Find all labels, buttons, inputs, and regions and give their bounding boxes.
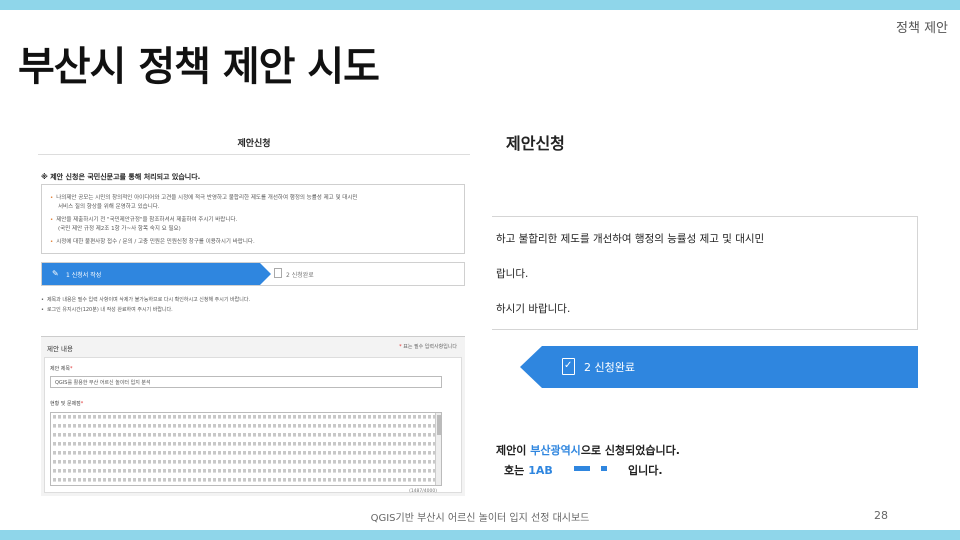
step-complete-label: 2 신청완료 [584, 361, 635, 374]
info-bullet: 제안을 제출하시기 전 "국민제안규정"을 참조하셔서 제출하여 주시기 바랍니… [50, 215, 237, 223]
proposal-number-line: 호는 1AB [504, 462, 553, 478]
step-active: ✎ 1 신청서 작성 [42, 263, 271, 285]
top-accent-bar [0, 0, 960, 10]
notice-text: ※ 제안 신청은 국민신문고를 통해 처리되고 있습니다. [41, 173, 201, 181]
info-subline: (국민 제안 규정 제2조 1항 가~사 항목 숙지 요 필요) [58, 226, 181, 232]
completion-suffix: 으로 신청되었습니다. [580, 444, 680, 457]
proposal-complete-screenshot: 제안신청 하고 불합리한 제도를 개선하여 행정의 능률성 제고 및 대시민 랍… [492, 120, 922, 490]
info-subline: 서비스 질의 향상을 위해 운영하고 있습니다. [58, 204, 160, 210]
bottom-accent-bar [0, 530, 960, 540]
info-box: 나의제안 공모는 시민의 창의적인 아이디어와 고견을 시정에 적극 반영하고 … [41, 184, 465, 254]
form-page-heading: 제안신청 [237, 139, 271, 149]
form-body: 제안 제목 QGIS를 활용한 부산 어르신 놀이터 입지 분석 현황 및 문제… [44, 357, 462, 494]
info-line: 하시기 바랍니다. [496, 303, 571, 315]
textarea-scrollbar[interactable] [435, 413, 441, 485]
number-suffix: 입니다. [628, 464, 663, 477]
footer-text: QGIS기반 부산시 어르신 놀이터 입지 선정 대시보드 [370, 513, 590, 524]
info-bullet: 나의제안 공모는 시민의 창의적인 아이디어와 고견을 시정에 적극 반영하고 … [50, 193, 357, 201]
complete-page-heading: 제안신청 [506, 134, 565, 153]
document-check-icon [562, 358, 575, 375]
step-next-label: 2 신청완료 [286, 272, 314, 279]
completion-city: 부산광역시 [530, 444, 581, 457]
document-check-icon [274, 268, 282, 278]
proposal-number: 1AB [528, 464, 553, 477]
redaction-mark [601, 466, 607, 471]
proposal-form-screenshot: 제안신청 ※ 제안 신청은 국민신문고를 통해 처리되고 있습니다. 나의제안 … [38, 124, 470, 500]
info-box-cropped: 하고 불합리한 제도를 개선하여 행정의 능률성 제고 및 대시민 랍니다. 하… [492, 216, 918, 330]
step-active-label: 1 신청서 작성 [66, 272, 102, 279]
subject-input[interactable]: QGIS를 활용한 부산 어르신 놀이터 입지 분석 [50, 376, 442, 388]
step-complete: 2 신청완료 [520, 346, 918, 388]
step-indicator: ✎ 1 신청서 작성 2 신청완료 [41, 262, 465, 286]
char-counter: (1487/4000) [409, 489, 437, 494]
subject-label: 제안 제목 [50, 365, 73, 372]
form-section-title: 제안 내용 [47, 345, 73, 353]
body-textarea[interactable] [50, 412, 442, 486]
required-note: 표는 필수 입력사항입니다 [399, 343, 457, 350]
slide-title: 부산시 정책 제안 시도 [18, 44, 380, 90]
heading-divider [38, 154, 470, 155]
info-line: 하고 불합리한 제도를 개선하여 행정의 능률성 제고 및 대시민 [496, 233, 765, 245]
info-line: 랍니다. [496, 268, 529, 280]
number-prefix: 호는 [504, 464, 525, 477]
scroll-thumb[interactable] [437, 415, 441, 435]
completion-message: 제안이 부산광역시으로 신청되었습니다. [496, 442, 680, 458]
form-note: 제목과 내용은 필수 입력 사항이며 삭제가 불가능하므로 다시 확인하시고 신… [41, 296, 250, 303]
form-note: 로그인 유지시간(120분) 내 작성 완료하여 주시기 바랍니다. [41, 306, 173, 313]
redaction-mark [574, 466, 590, 471]
pencil-icon: ✎ [52, 269, 59, 278]
completion-prefix: 제안이 [496, 444, 531, 457]
proposal-form: 제안 내용 표는 필수 입력사항입니다 제안 제목 QGIS를 활용한 부산 어… [41, 336, 465, 496]
page-number: 28 [874, 509, 888, 522]
body-label: 현황 및 문제점 [50, 400, 83, 407]
info-bullet: 시정에 대한 불편사항 접수 / 문의 / 고충 민원은 민원신청 창구를 이용… [50, 237, 254, 245]
section-tag: 정책 제안 [896, 21, 948, 36]
